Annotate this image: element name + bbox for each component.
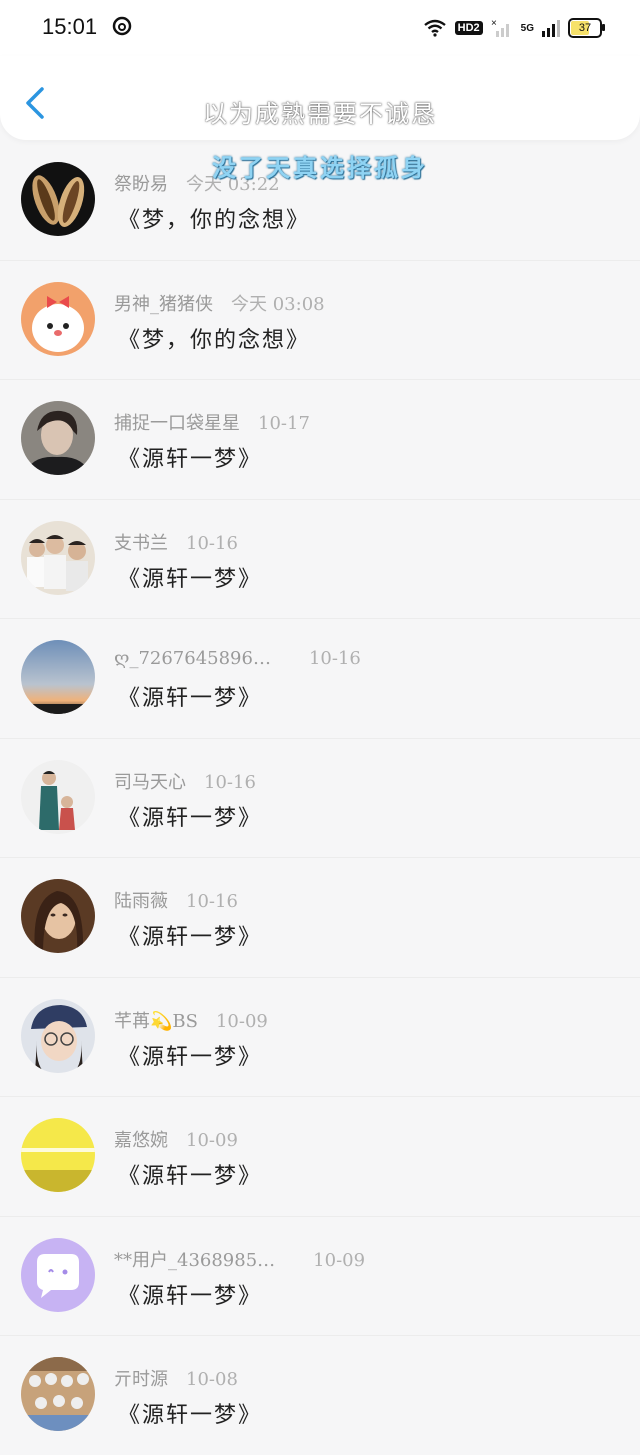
list-item[interactable]: 男神_猪猪侠 今天 03:08 《梦，你的念想》 — [0, 259, 640, 380]
message-text: 《源轩一梦》 — [118, 447, 263, 472]
status-time: 15:01 — [42, 14, 98, 39]
overlay-caption: 没了天真选择孤身 — [212, 153, 428, 182]
group-avatar[interactable] — [21, 520, 95, 595]
portrait-avatar[interactable] — [21, 879, 95, 953]
message-list: 祭盼易 今天 03:22 《梦，你的念想》 男神_猪猪侠 今天 03:08 《梦，你… — [0, 140, 640, 1455]
message-meta: 陆雨薇 10-16 — [114, 887, 238, 913]
message-meta: 捕捉一口袋星星 10-17 — [114, 409, 310, 435]
message-meta: 亓时源 10-08 — [114, 1365, 238, 1391]
message-meta: 男神_猪猪侠 今天 03:08 — [114, 290, 325, 316]
sender-name: 陆雨薇 — [114, 891, 168, 912]
netease-music-icon — [112, 16, 132, 36]
message-meta: 嘉悠婉 10-09 — [114, 1126, 238, 1152]
network-type: 5G — [520, 22, 534, 34]
cartoon-avatar[interactable] — [21, 281, 95, 356]
sender-name: 嘉悠婉 — [114, 1130, 168, 1151]
svg-text:×: × — [491, 18, 497, 29]
signal-off-icon: × — [491, 18, 509, 37]
battery-level: 37 — [578, 22, 592, 34]
sender-name: 芊苒💫BS — [114, 1010, 198, 1032]
message-text: 《源轩一梦》 — [118, 1283, 263, 1309]
message-text: 《源轩一梦》 — [118, 1403, 263, 1428]
message-meta: 司马天心 10-16 — [114, 768, 256, 794]
sender-name: 捕捉一口袋星星 — [114, 413, 240, 434]
message-text: 《源轩一梦》 — [118, 805, 263, 831]
message-meta: **用户_4368985… 10-09 — [114, 1246, 365, 1272]
cap-girl-avatar[interactable] — [21, 998, 95, 1073]
battery-icon: 37 — [568, 18, 605, 38]
message-date: 10-16 — [308, 648, 361, 669]
people-avatar[interactable] — [21, 759, 95, 834]
message-text: 《源轩一梦》 — [118, 925, 263, 950]
list-item[interactable]: 嘉悠婉 10-09 《源轩一梦》 — [0, 1096, 640, 1216]
message-text: 《源轩一梦》 — [118, 566, 263, 592]
message-date: 10-17 — [258, 413, 310, 434]
sender-name: 司马天心 — [114, 771, 186, 793]
sender-name: 支书兰 — [114, 532, 168, 554]
message-date: 10-09 — [313, 1249, 366, 1271]
list-item[interactable]: 支书兰 10-16 《源轩一梦》 — [0, 498, 640, 619]
wifi-icon — [423, 19, 446, 37]
list-item[interactable]: 亓时源 10-08 《源轩一梦》 — [0, 1335, 640, 1455]
message-meta: ღ_7267645896… 10-16 — [114, 648, 361, 669]
class-avatar[interactable] — [21, 1357, 95, 1431]
status-bar: 15:01 HD2 × 5G 37 — [0, 0, 640, 56]
chat-bubble-avatar[interactable] — [21, 1237, 95, 1312]
message-date: 10-16 — [204, 771, 256, 793]
message-text: 《源轩一梦》 — [118, 1044, 263, 1070]
message-text: 《梦，你的念想》 — [118, 208, 311, 233]
message-date: 10-09 — [186, 1130, 238, 1151]
hd-badge: HD2 — [454, 21, 483, 35]
nav-bar: 以为成熟需要不诚恳 — [0, 56, 640, 140]
list-item[interactable]: 芊苒💫BS 10-09 《源轩一梦》 — [0, 976, 640, 1097]
message-date: 10-09 — [215, 1010, 268, 1032]
message-meta: 支书兰 10-16 — [114, 529, 238, 555]
message-text: 《源轩一梦》 — [118, 686, 263, 711]
sunset-avatar[interactable] — [21, 640, 95, 714]
status-icons: HD2 × 5G 37 — [423, 14, 605, 42]
message-date: 10-16 — [186, 891, 238, 912]
list-item[interactable]: **用户_4368985… 10-09 《源轩一梦》 — [0, 1215, 640, 1336]
sender-name: ღ_7267645896… — [114, 648, 271, 669]
message-date: 10-08 — [186, 1369, 238, 1390]
sender-name: **用户_4368985… — [114, 1249, 276, 1271]
yellow-avatar[interactable] — [21, 1118, 95, 1192]
sender-name: 男神_猪猪侠 — [114, 293, 213, 315]
list-item[interactable]: 陆雨薇 10-16 《源轩一梦》 — [0, 857, 640, 977]
message-meta: 芊苒💫BS 10-09 — [114, 1007, 268, 1033]
girl-avatar[interactable] — [21, 401, 95, 475]
message-date: 10-16 — [186, 532, 238, 554]
list-item[interactable]: 捕捉一口袋星星 10-17 《源轩一梦》 — [0, 379, 640, 499]
page-title: 以为成熟需要不诚恳 — [203, 100, 437, 128]
message-text: 《源轩一梦》 — [118, 1164, 263, 1189]
message-date: 今天 03:08 — [231, 293, 325, 315]
list-item[interactable]: 司马天心 10-16 《源轩一梦》 — [0, 737, 640, 858]
message-text: 《梦，你的念想》 — [118, 327, 311, 353]
signal-icon — [542, 20, 560, 37]
list-item[interactable]: ღ_7267645896… 10-16 《源轩一梦》 — [0, 618, 640, 738]
sender-name: 亓时源 — [114, 1369, 168, 1390]
